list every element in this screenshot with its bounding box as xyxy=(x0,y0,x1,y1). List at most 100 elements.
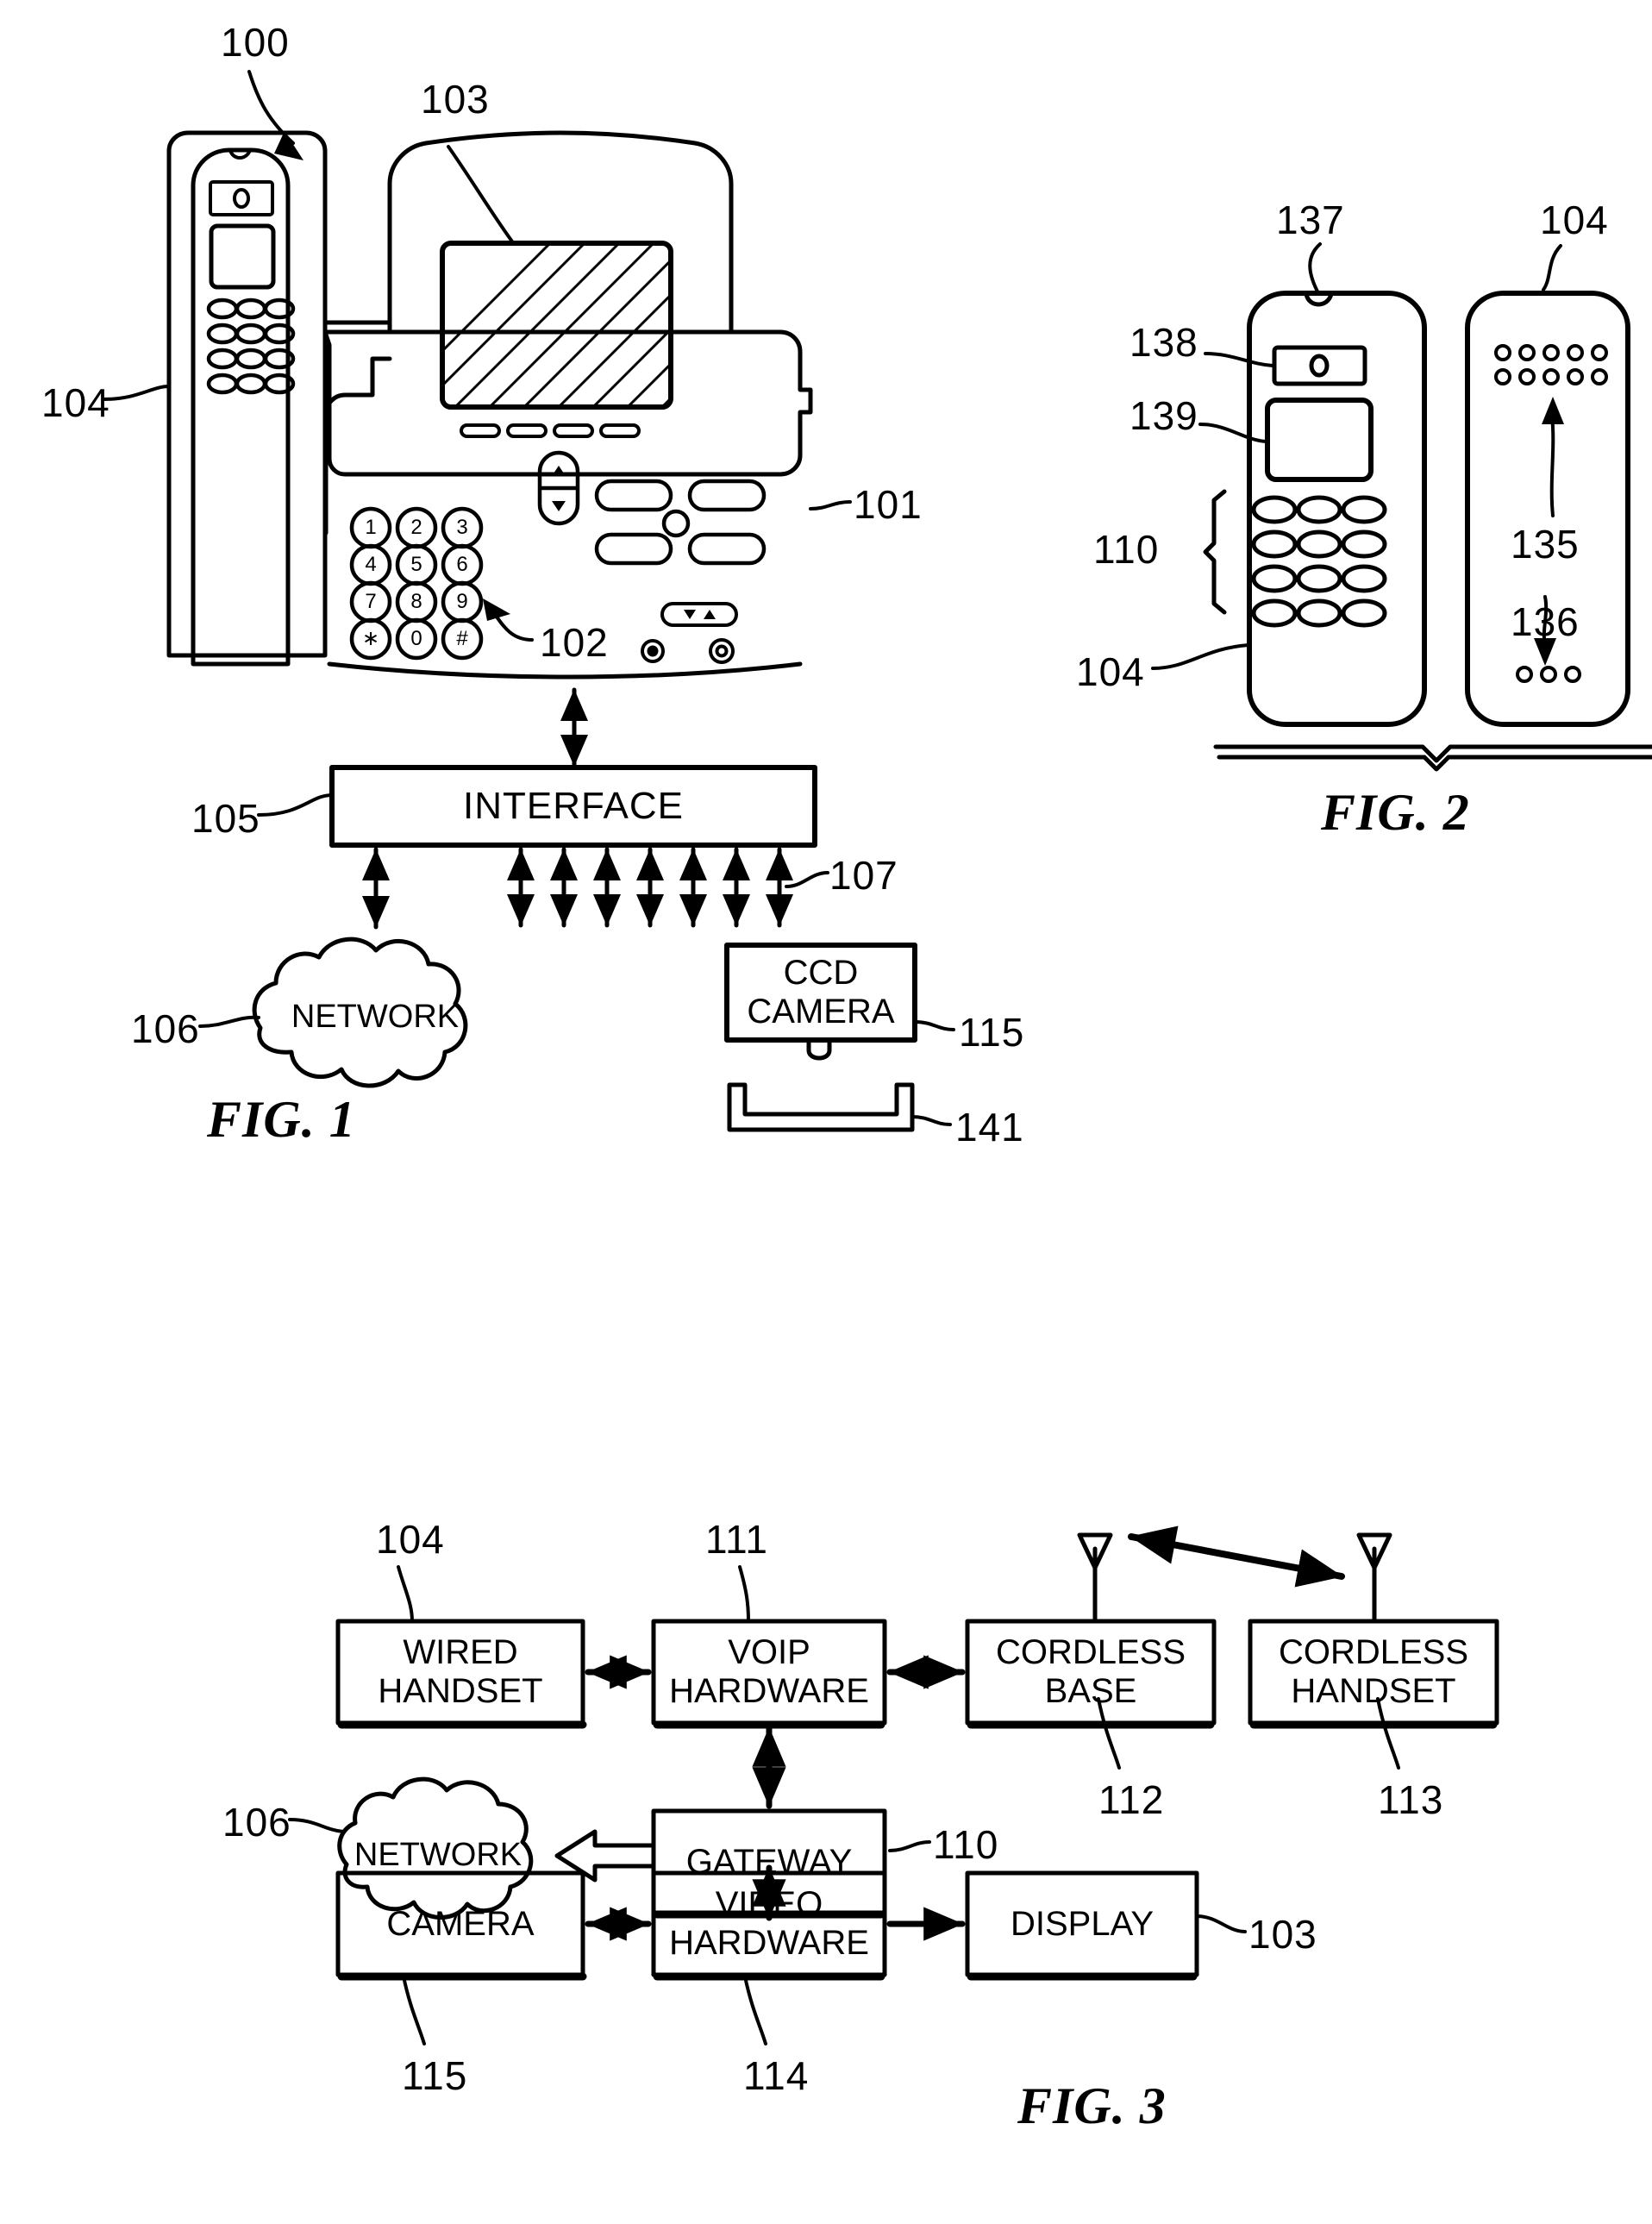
base-bottom-contour xyxy=(327,661,803,680)
keypad-key-5[interactable]: 5 xyxy=(402,550,431,579)
interface-box-label: INTERFACE xyxy=(463,785,684,828)
ref-137: 137 xyxy=(1276,197,1345,242)
keypad-key-4[interactable]: 4 xyxy=(356,550,385,579)
figure-label-2: FIG. 2 xyxy=(1321,784,1470,841)
lead-114-fig3 xyxy=(743,1975,767,2045)
block-label-cordless-handset: CORDLESS HANDSET xyxy=(1278,1633,1469,1710)
ref-113-fig3: 113 xyxy=(1378,1777,1444,1822)
ref-112-fig3: 112 xyxy=(1098,1777,1165,1822)
block-label-voip-hardware: VOIP HARDWARE xyxy=(669,1633,869,1710)
lead-104-fig3 xyxy=(397,1565,414,1623)
ref-104-fig2-front: 104 xyxy=(1076,649,1145,694)
camera-stand xyxy=(727,1082,915,1132)
block-label-camera: CAMERA xyxy=(386,1904,535,1943)
block-label-wired-handset: WIRED HANDSET xyxy=(378,1633,543,1710)
fig2-handset-display xyxy=(1265,398,1374,482)
base-indicator-pill xyxy=(660,602,738,627)
base-display-screen xyxy=(440,241,673,410)
fig2-back-hole-grid xyxy=(1494,344,1608,385)
keypad-key-8[interactable]: 8 xyxy=(402,587,431,617)
ref-110-fig2: 110 xyxy=(1093,527,1160,572)
lead-107 xyxy=(785,871,829,888)
ref-135: 135 xyxy=(1511,522,1580,567)
lead-115-fig3 xyxy=(402,1975,426,2045)
base-led-indicators xyxy=(641,638,735,664)
keypad-key-3[interactable]: 3 xyxy=(447,513,477,542)
network-cloud-label-fig1: NETWORK xyxy=(291,999,460,1035)
keypad-key-1[interactable]: 1 xyxy=(356,513,385,542)
fig2-speaker-slot xyxy=(1272,345,1367,386)
block-label-display: DISPLAY xyxy=(1011,1904,1154,1943)
lead-arrow-135 xyxy=(1542,397,1564,517)
ref-139: 139 xyxy=(1129,393,1198,438)
keypad-key-pound[interactable]: # xyxy=(447,624,477,654)
ref-106-fig1: 106 xyxy=(131,1006,200,1051)
keypad-key-7[interactable]: 7 xyxy=(356,587,385,617)
lead-104-fig1 xyxy=(102,385,171,401)
lead-104-fig2-front xyxy=(1151,643,1250,670)
lead-138 xyxy=(1204,352,1274,367)
ref-107: 107 xyxy=(829,853,898,898)
ref-138: 138 xyxy=(1129,320,1198,365)
bracket-110 xyxy=(1203,489,1227,615)
ref-111-fig3: 111 xyxy=(705,1517,768,1562)
interface-bus-arrows xyxy=(507,847,794,928)
fig2-speaker-hole xyxy=(1309,354,1330,378)
ref-105: 105 xyxy=(191,796,260,841)
keypad-key-6[interactable]: 6 xyxy=(447,550,477,579)
camera-lens-nub xyxy=(806,1037,832,1061)
lead-139 xyxy=(1198,423,1267,443)
patent-drawing-sheet: 100 103 104 101 102 105 106 107 115 141 … xyxy=(0,0,1652,2224)
handset-display xyxy=(209,223,276,290)
ccd-camera-box-label: CCD CAMERA xyxy=(747,954,895,1031)
lead-103-fig3 xyxy=(1195,1914,1247,1933)
lead-100 xyxy=(247,70,303,160)
lead-110-fig3 xyxy=(888,1840,931,1852)
handset-keypad xyxy=(206,298,296,395)
handset-speaker-hole xyxy=(233,188,250,209)
network-cloud-label-fig3: NETWORK xyxy=(354,1837,523,1873)
base-function-keys xyxy=(594,479,767,566)
lead-104-fig2-back xyxy=(1542,244,1562,291)
handset-speaker-slot xyxy=(209,180,274,216)
lead-111-fig3 xyxy=(738,1565,750,1623)
wireless-link-arrow xyxy=(1128,1525,1345,1588)
base-softkeys xyxy=(460,423,641,438)
figure-label-3: FIG. 3 xyxy=(1017,2077,1167,2134)
ref-101: 101 xyxy=(854,482,923,527)
ref-106-fig3: 106 xyxy=(222,1800,291,1845)
ref-114-fig3: 114 xyxy=(743,2053,810,2098)
keypad-key-9[interactable]: 9 xyxy=(447,587,477,617)
fig2-handset-keypad xyxy=(1251,495,1387,628)
ref-110-fig3: 110 xyxy=(933,1822,999,1867)
ref-115-fig1: 115 xyxy=(959,1010,1025,1055)
ref-136: 136 xyxy=(1511,599,1580,644)
lead-105 xyxy=(257,793,334,817)
keypad-key-0[interactable]: 0 xyxy=(402,624,431,654)
ref-104-fig2-back: 104 xyxy=(1540,197,1609,242)
ref-103-fig1: 103 xyxy=(421,77,490,122)
voip-base-outline xyxy=(323,356,392,536)
ref-115-fig3: 115 xyxy=(402,2053,468,2098)
lead-106-fig1 xyxy=(198,1015,260,1028)
block-label-cordless-base: CORDLESS BASE xyxy=(995,1633,1186,1710)
lead-141 xyxy=(910,1115,952,1126)
ref-100: 100 xyxy=(221,20,290,65)
lead-103-fig1 xyxy=(447,145,514,243)
keypad-key-star[interactable]: ∗ xyxy=(356,624,385,654)
ref-102: 102 xyxy=(540,620,609,665)
lead-137 xyxy=(1308,242,1322,293)
ref-103-fig3: 103 xyxy=(1248,1912,1317,1957)
lead-115-fig1 xyxy=(913,1020,955,1031)
figure-label-1: FIG. 1 xyxy=(207,1091,356,1148)
voip-base-console xyxy=(322,130,813,477)
base-nav-rocker xyxy=(537,450,580,526)
fig2-back-mic-holes xyxy=(1516,666,1581,683)
lead-102 xyxy=(483,598,534,642)
lead-101 xyxy=(809,500,852,511)
keypad-key-2[interactable]: 2 xyxy=(402,513,431,542)
block-label-video-hardware: VIDEO HARDWARE xyxy=(669,1885,869,1962)
ref-104-fig3: 104 xyxy=(376,1517,445,1562)
fig2-bottom-brace xyxy=(1213,744,1652,772)
ref-141: 141 xyxy=(955,1105,1024,1150)
